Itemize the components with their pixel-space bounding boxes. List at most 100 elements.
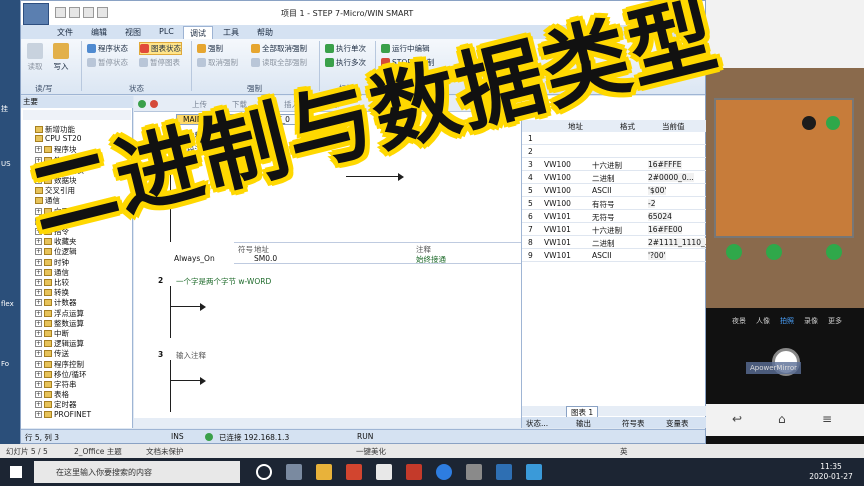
expand-icon[interactable]: + <box>35 330 42 337</box>
coil-arrow-icon[interactable] <box>200 377 206 385</box>
expand-icon[interactable]: + <box>35 360 42 368</box>
chart-row[interactable]: 9 VW101 ASCII '?00' <box>522 250 706 262</box>
expand-icon[interactable]: + <box>35 350 42 358</box>
expand-icon[interactable]: + <box>35 289 42 297</box>
chart-row[interactable]: 1 <box>522 133 706 145</box>
expand-icon[interactable]: + <box>35 258 42 266</box>
stop-icon[interactable] <box>150 100 158 108</box>
tab-status[interactable]: 状态... <box>526 418 548 429</box>
system-clock[interactable]: 11:35 2020-01-27 <box>804 462 858 482</box>
tab-variable-table[interactable]: 变量表 <box>666 418 689 429</box>
app-logo-icon[interactable] <box>23 3 49 25</box>
windows-start-icon[interactable] <box>10 466 22 478</box>
read-button[interactable]: 读取 <box>27 43 43 72</box>
expand-icon[interactable]: + <box>35 217 42 225</box>
chart-row[interactable]: 3 VW100 十六进制 16#FFFE <box>522 159 706 171</box>
taskbar-search[interactable]: 在这里输入你要搜索的内容 <box>34 461 240 483</box>
read-all-forced-button[interactable]: 读取全部强制 <box>251 57 307 68</box>
desktop-label[interactable]: US <box>1 160 11 168</box>
desktop-label[interactable]: 挂 <box>1 104 8 114</box>
save-icon[interactable] <box>83 7 94 18</box>
ime-indicator[interactable]: 英 <box>620 446 628 457</box>
expand-icon[interactable]: + <box>35 146 42 154</box>
close-button[interactable]: ✕ <box>681 5 701 21</box>
unforce-all-button[interactable]: 全部取消强制 <box>251 43 307 54</box>
protect-status[interactable]: 文档未保护 <box>146 446 184 457</box>
file-explorer-icon[interactable] <box>316 464 332 480</box>
network-comment[interactable]: 输入注释 <box>176 350 206 361</box>
menu-icon[interactable]: ≡ <box>822 412 832 426</box>
run-edit-button[interactable]: 运行中编辑 <box>381 43 430 54</box>
insert-button[interactable]: 插入 <box>284 99 299 110</box>
app-icon[interactable] <box>346 464 362 480</box>
expand-icon[interactable]: + <box>35 228 42 235</box>
expand-icon[interactable]: + <box>35 319 42 327</box>
tab-symbol-table[interactable]: 符号表 <box>622 418 645 429</box>
chart-row[interactable]: 5 VW100 有符号 -2 <box>522 198 706 210</box>
menu-tools[interactable]: 工具 <box>217 26 245 39</box>
tab-main[interactable]: MAIN <box>176 114 210 125</box>
expand-icon[interactable]: + <box>35 299 42 307</box>
expand-icon[interactable]: + <box>35 268 42 276</box>
minimize-button[interactable]: — <box>635 5 655 21</box>
chart-row[interactable]: 7 VW101 十六进制 16#FE00 <box>522 224 706 236</box>
new-icon[interactable] <box>55 7 66 18</box>
editor-scrollbar[interactable] <box>134 418 521 428</box>
mode-video[interactable]: 录像 <box>804 316 818 326</box>
chart-row[interactable]: 8 VW101 二进制 2#1111_1110_... <box>522 237 712 249</box>
unforce-button[interactable]: 取消强制 <box>197 57 238 68</box>
chart-row[interactable]: 5 VW100 ASCII '$00' <box>522 185 706 197</box>
tab-output[interactable]: 输出 <box>576 418 591 429</box>
expand-icon[interactable]: + <box>35 248 42 256</box>
beautify-button[interactable]: 一键美化 <box>356 446 386 457</box>
home-icon[interactable]: ⌂ <box>778 412 786 426</box>
help-icon[interactable] <box>689 27 699 37</box>
desktop-label[interactable]: Fo <box>1 360 9 368</box>
mode-portrait[interactable]: 人像 <box>756 316 770 326</box>
chart-status-button[interactable]: 图表状态 <box>139 42 182 55</box>
expand-icon[interactable]: + <box>35 340 42 348</box>
coil-arrow-icon[interactable] <box>398 173 404 181</box>
run-icon[interactable] <box>138 100 146 108</box>
multi-scan-button[interactable]: 执行多次 <box>325 57 366 68</box>
app-icon[interactable] <box>376 464 392 480</box>
expand-icon[interactable]: + <box>35 410 42 418</box>
back-icon[interactable]: ↩ <box>732 412 742 426</box>
pause-chart-button[interactable]: 暂停图表 <box>139 57 180 68</box>
desktop-label[interactable]: flex <box>1 300 14 308</box>
menu-edit[interactable]: 编辑 <box>85 26 113 39</box>
wps-icon[interactable] <box>406 464 422 480</box>
mode-photo[interactable]: 拍照 <box>780 316 794 326</box>
upload-button[interactable]: 上传 <box>192 99 207 110</box>
browser-icon[interactable] <box>436 464 452 480</box>
expand-icon[interactable]: + <box>35 309 42 317</box>
expand-icon[interactable]: + <box>35 166 42 174</box>
print-icon[interactable] <box>97 7 108 18</box>
expand-icon[interactable]: + <box>35 279 42 286</box>
menu-plc[interactable]: PLC <box>153 26 180 39</box>
pause-status-button[interactable]: 暂停状态 <box>87 57 128 68</box>
delete-button[interactable]: 删除 <box>324 99 339 110</box>
open-icon[interactable] <box>69 7 80 18</box>
expand-icon[interactable]: + <box>35 177 42 184</box>
menu-file[interactable]: 文件 <box>51 26 79 39</box>
expand-icon[interactable]: + <box>35 370 42 378</box>
chart-row[interactable]: 4 VW100 二进制 2#0000_0... <box>522 172 706 184</box>
expand-icon[interactable]: + <box>35 381 42 388</box>
cortana-icon[interactable] <box>256 464 272 480</box>
expand-icon[interactable]: + <box>35 238 42 246</box>
expand-icon[interactable]: + <box>35 207 42 215</box>
menu-debug[interactable]: 调试 <box>183 26 213 39</box>
expand-icon[interactable]: + <box>35 401 42 409</box>
coil-arrow-icon[interactable] <box>200 303 206 311</box>
calculator-icon[interactable] <box>466 464 482 480</box>
menu-help[interactable]: 帮助 <box>251 26 279 39</box>
mode-more[interactable]: 更多 <box>828 316 842 326</box>
tree-item[interactable]: CPU ST20 <box>35 134 82 143</box>
maximize-button[interactable]: ☐ <box>657 5 677 21</box>
mode-night[interactable]: 夜景 <box>732 316 746 326</box>
expand-icon[interactable]: + <box>35 391 42 399</box>
network-comment[interactable]: 一个字是两个字节 w-WORD <box>176 276 271 287</box>
program-comment[interactable]: 程序注释 <box>172 130 202 141</box>
expand-icon[interactable]: + <box>35 156 42 164</box>
